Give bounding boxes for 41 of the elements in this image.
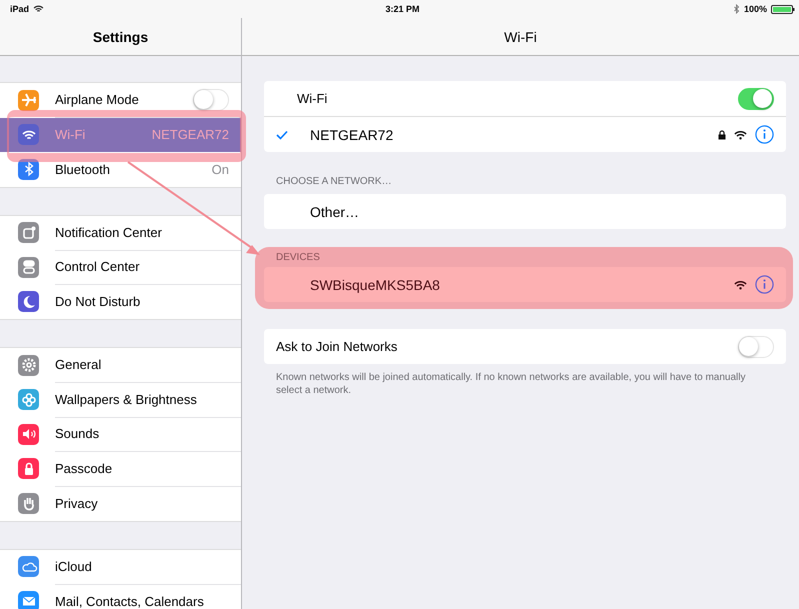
item-value: NETGEAR72 [152, 127, 229, 142]
battery-percent: 100% [744, 4, 767, 14]
item-label: Mail, Contacts, Calendars [55, 594, 205, 609]
device-row[interactable]: SWBisqueMKS5BA8 [264, 267, 786, 302]
footnote-text: Known networks will be joined automatically. If no known networks are available, you will have to manually select a network. [275, 371, 746, 397]
sidebar-title: Settings [92, 28, 148, 44]
item-label: General [55, 357, 102, 372]
item-value: On [212, 162, 229, 177]
item-label: Notification Center [55, 224, 163, 240]
device-name: SWBisqueMKS5BA8 [310, 276, 441, 292]
item-label: Bluetooth [55, 162, 111, 177]
settings-item[interactable]: Bluetooth On [0, 152, 241, 186]
section-header: DEVICES [275, 251, 321, 265]
section-header: CHOOSE A NETWORK… [275, 175, 393, 189]
item-label: Control Center [55, 259, 141, 274]
settings-item[interactable]: Control Center [0, 250, 241, 284]
settings-item[interactable]: Wallpapers & Brightness [0, 382, 241, 417]
item-label: Sounds [55, 426, 100, 442]
item-label: Wi-Fi [55, 127, 86, 142]
network-row[interactable]: NETGEAR72 [264, 116, 786, 152]
other-network-row[interactable]: Other… [264, 194, 786, 229]
settings-item[interactable]: General [0, 348, 241, 382]
item-label: Airplane Mode [55, 92, 140, 108]
settings-item[interactable]: Privacy [0, 486, 241, 520]
device-name: iPad [10, 4, 30, 14]
settings-item[interactable]: Sounds [0, 417, 241, 452]
settings-item[interactable]: Do Not Disturb [0, 284, 241, 319]
item-label: Passcode [55, 460, 114, 476]
wifi-label: Wi-Fi [296, 91, 328, 106]
settings-item[interactable]: Mail, Contacts, Calendars [0, 584, 241, 609]
settings-item[interactable]: iCloud [0, 550, 241, 584]
settings-item[interactable]: Passcode [0, 452, 241, 486]
item-label: iCloud [55, 558, 93, 574]
item-label: Do Not Disturb [55, 294, 142, 310]
item-label: Privacy [55, 496, 99, 511]
page-title: Wi-Fi [504, 28, 537, 44]
ask-to-join-label: Ask to Join Networks [276, 339, 398, 354]
item-label: Wallpapers & Brightness [55, 392, 198, 407]
network-name: NETGEAR72 [310, 126, 394, 142]
clock-time: 3:21 PM [385, 4, 420, 14]
settings-item[interactable]: Notification Center [0, 216, 241, 250]
